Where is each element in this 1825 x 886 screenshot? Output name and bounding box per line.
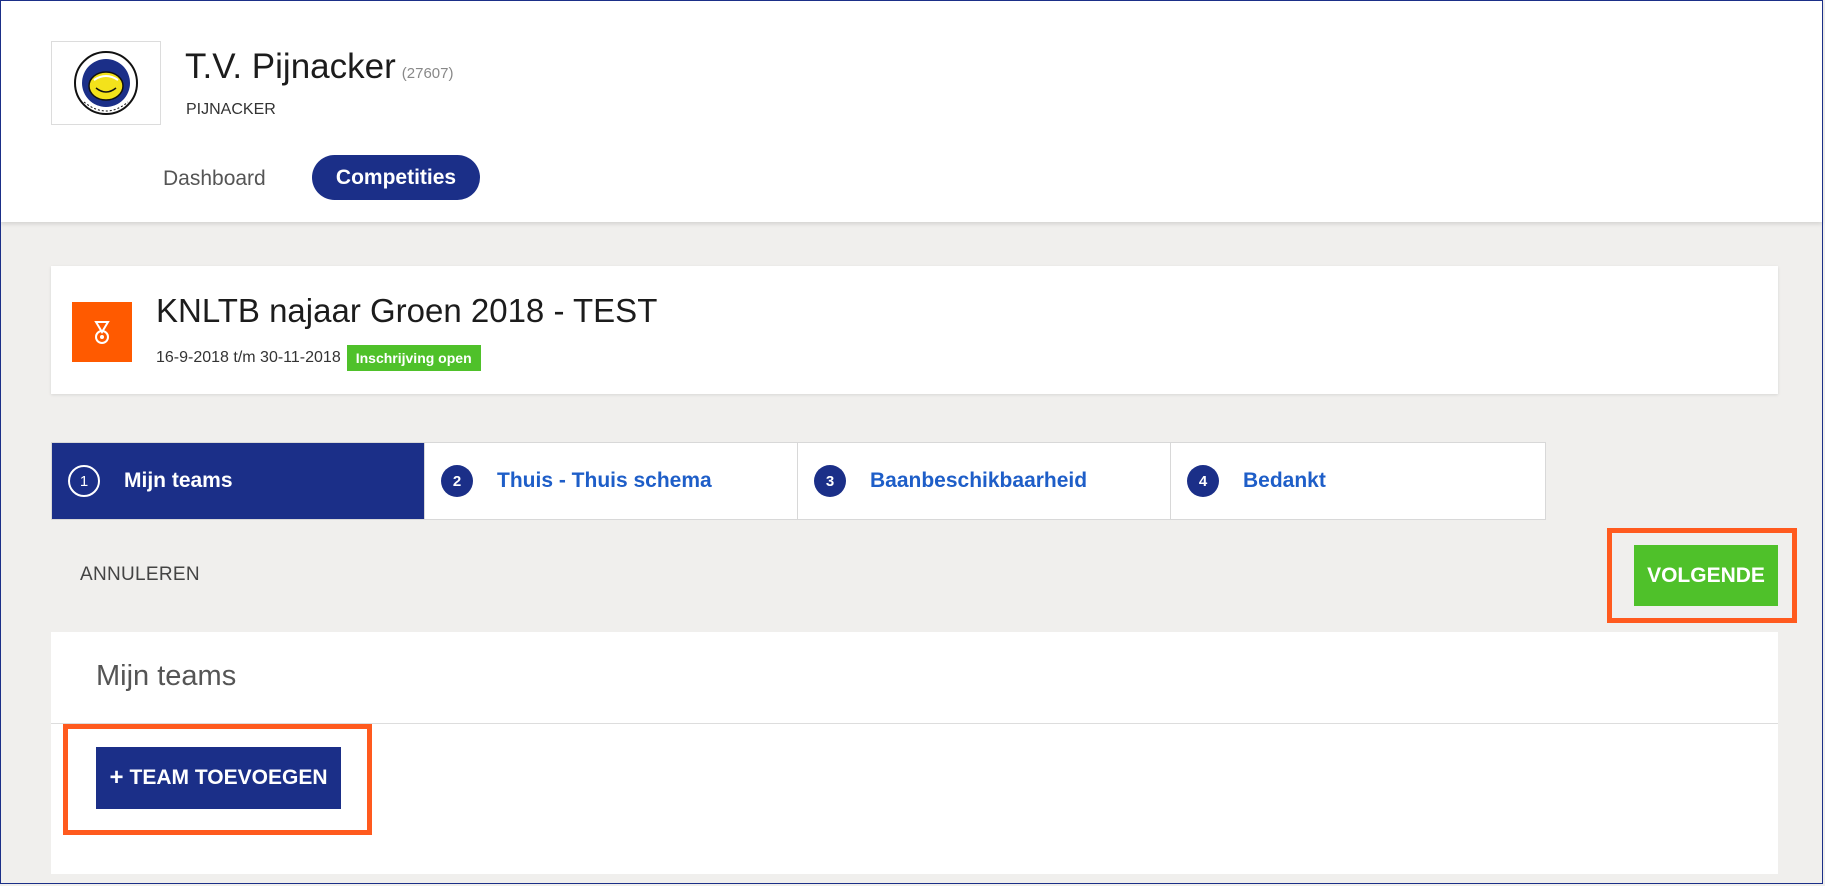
step-thuis-schema[interactable]: 2 Thuis - Thuis schema: [425, 443, 798, 519]
medal-icon: [94, 321, 110, 344]
nav-dashboard[interactable]: Dashboard: [163, 167, 266, 191]
competition-card: KNLTB najaar Groen 2018 - TEST 16-9-2018…: [51, 266, 1778, 394]
step-number: 1: [68, 465, 100, 497]
step-label: Mijn teams: [124, 469, 233, 492]
highlight-next: [1607, 528, 1797, 623]
step-number: 4: [1187, 465, 1219, 497]
step-baanbeschikbaarheid[interactable]: 3 Baanbeschikbaarheid: [798, 443, 1171, 519]
competition-icon-box: [72, 302, 132, 362]
step-label: Bedankt: [1243, 469, 1326, 492]
step-number: 2: [441, 465, 473, 497]
club-name-text: T.V. Pijnacker: [185, 47, 396, 86]
teams-title: Mijn teams: [96, 660, 237, 692]
club-logo: [51, 41, 161, 125]
club-id: (27607): [401, 65, 454, 82]
club-logo-icon: [74, 51, 138, 115]
highlight-add-team: [63, 724, 372, 835]
cancel-button[interactable]: ANNULEREN: [80, 564, 200, 586]
step-label: Baanbeschikbaarheid: [870, 469, 1088, 492]
status-badge: Inschrijving open: [346, 345, 481, 371]
competition-title: KNLTB najaar Groen 2018 - TEST: [156, 292, 658, 329]
step-number: 3: [814, 465, 846, 497]
wizard-steps: 1 Mijn teams 2 Thuis - Thuis schema 3 Ba…: [51, 442, 1546, 520]
club-header: T.V. Pijnacker (27607) PIJNACKER Dashboar…: [1, 1, 1822, 222]
step-label: Thuis - Thuis schema: [497, 469, 712, 492]
club-name: T.V. Pijnacker (27607): [185, 47, 453, 87]
step-mijn-teams[interactable]: 1 Mijn teams: [52, 443, 425, 519]
competition-dates: 16-9-2018 t/m 30-11-2018: [156, 349, 341, 366]
competition-meta: 16-9-2018 t/m 30-11-2018 Inschrijving op…: [156, 345, 481, 371]
club-city: PIJNACKER: [186, 101, 276, 118]
nav-competities[interactable]: Competities: [312, 155, 480, 200]
step-bedankt[interactable]: 4 Bedankt: [1171, 443, 1544, 519]
